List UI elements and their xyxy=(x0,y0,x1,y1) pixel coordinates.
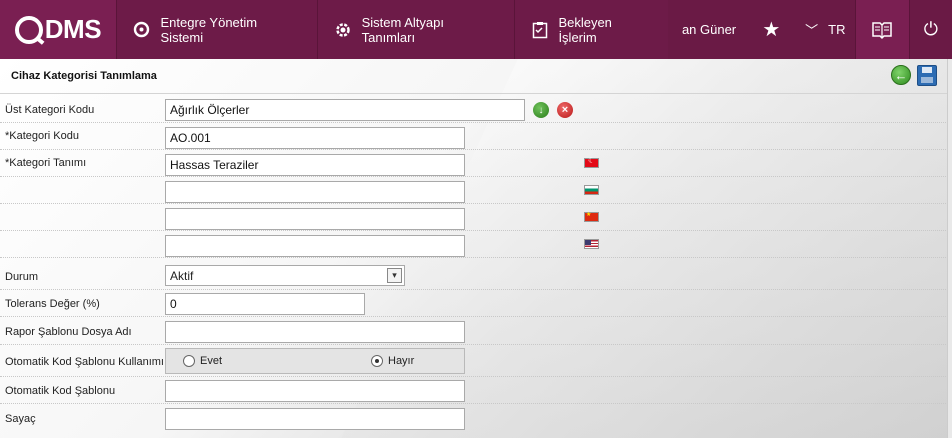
panel-header: Cihaz Kategorisi Tanımlama ← xyxy=(0,59,947,94)
clipboard-icon xyxy=(531,21,549,39)
logo-text: DMS xyxy=(44,14,102,44)
flag-bg-icon xyxy=(584,185,599,195)
q-logo-icon xyxy=(14,15,43,44)
rapor-sablonu-label: Rapor Şablonu Dosya Adı xyxy=(5,326,132,338)
kategori-kodu-label: *Kategori Kodu xyxy=(5,130,79,142)
star-icon[interactable]: ★ xyxy=(747,0,796,59)
radio-evet-circle[interactable] xyxy=(183,355,195,367)
kategori-tanimi-cn-input[interactable] xyxy=(165,208,465,230)
durum-label: Durum xyxy=(5,271,39,283)
otomatik-kod-kullanimi-label: Otomatik Kod Şablonu Kullanımı xyxy=(5,356,164,368)
radio-evet-label: Evet xyxy=(200,355,223,367)
nav-sistem-altyapi[interactable]: Sistem Altyapı Tanımları xyxy=(316,0,514,59)
flag-cn-icon xyxy=(584,211,599,222)
power-icon[interactable]: ⏻ xyxy=(908,0,952,59)
radio-hayir-circle[interactable] xyxy=(371,355,383,367)
nav-entegre-yonetim[interactable]: Entegre Yönetim Sistemi xyxy=(115,0,317,59)
page-title: Cihaz Kategorisi Tanımlama xyxy=(11,70,157,82)
durum-select[interactable]: Aktif ▾ xyxy=(165,265,405,286)
sayac-label: Sayaç xyxy=(5,413,36,425)
flag-tr-icon xyxy=(584,156,599,168)
book-icon[interactable] xyxy=(854,0,909,59)
top-navigation-bar: DMS Entegre Yönetim Sistemi Sistem Altya… xyxy=(0,0,952,59)
flag-us-icon xyxy=(584,239,599,249)
kategori-tanimi-label: *Kategori Tanımı xyxy=(5,157,87,169)
row-otomatik-kod-kullanimi: Otomatik Kod Şablonu Kullanımı Evet Hayı… xyxy=(0,346,947,377)
row-kategori-tanimi-cn xyxy=(0,204,947,231)
user-name[interactable]: an Güner xyxy=(668,0,747,59)
radio-hayir[interactable]: Hayır xyxy=(371,355,414,367)
row-sayac: Sayaç xyxy=(0,405,947,432)
radio-evet[interactable]: Evet xyxy=(183,355,222,367)
nav-label: Bekleyen İşlerim xyxy=(558,14,612,45)
qdms-logo: DMS xyxy=(14,14,102,45)
arrow-down-icon[interactable]: ↓ xyxy=(533,102,549,118)
kategori-tanimi-en-input[interactable] xyxy=(165,235,465,257)
row-kategori-tanimi: *Kategori Tanımı Hassas Teraziler xyxy=(0,150,947,177)
durum-value: Aktif xyxy=(170,268,194,283)
gear-icon xyxy=(334,21,352,39)
nav-bekleyen-islerim[interactable]: Bekleyen İşlerim xyxy=(513,0,668,59)
kategori-tanimi-tr-input[interactable]: Hassas Teraziler xyxy=(165,154,465,176)
otomatik-kod-sablonu-label: Otomatik Kod Şablonu xyxy=(5,385,116,397)
save-icon[interactable] xyxy=(917,65,937,86)
otomatik-kod-radio-group: Evet Hayır xyxy=(165,348,465,374)
otomatik-kod-sablonu-input[interactable] xyxy=(165,380,465,402)
ust-kategori-input[interactable]: Ağırlık Ölçerler xyxy=(165,99,525,121)
radio-hayir-label: Hayır xyxy=(388,355,415,367)
row-otomatik-kod-sablonu: Otomatik Kod Şablonu xyxy=(0,377,947,404)
header-actions: ← xyxy=(891,65,937,86)
sayac-input[interactable] xyxy=(165,408,465,430)
row-rapor-sablonu: Rapor Şablonu Dosya Adı xyxy=(0,318,947,345)
row-ust-kategori: Üst Kategori Kodu Ağırlık Ölçerler ↓ × xyxy=(0,95,947,123)
kategori-kodu-input[interactable]: AO.001 xyxy=(165,127,465,149)
kategori-tanimi-bg-input[interactable] xyxy=(165,181,465,203)
chevron-down-icon[interactable]: ▾ xyxy=(387,268,402,283)
row-kategori-kodu: *Kategori Kodu AO.001 xyxy=(0,123,947,150)
form-panel: Cihaz Kategorisi Tanımlama ← Üst Kategor… xyxy=(0,59,948,438)
language-code: TR xyxy=(828,22,846,37)
tolerans-input[interactable]: 0 xyxy=(165,293,365,315)
row-durum: Durum Aktif ▾ xyxy=(0,263,947,290)
chevron-down-icon: ﹀ xyxy=(805,23,819,38)
clear-icon[interactable]: × xyxy=(557,102,573,118)
logo-area[interactable]: DMS xyxy=(0,0,116,59)
row-kategori-tanimi-bg xyxy=(0,177,947,204)
row-tolerans: Tolerans Değer (%) 0 xyxy=(0,290,947,317)
tolerans-label: Tolerans Değer (%) xyxy=(5,298,100,310)
row-kategori-tanimi-us xyxy=(0,231,947,258)
language-selector[interactable]: ﹀ TR xyxy=(796,0,855,59)
nav-label: Entegre Yönetim Sistemi xyxy=(160,14,258,45)
nav-label: Sistem Altyapı Tanımları xyxy=(361,14,444,45)
ust-kategori-label: Üst Kategori Kodu xyxy=(5,104,95,116)
q-logo-icon xyxy=(133,21,151,39)
back-icon[interactable]: ← xyxy=(891,65,911,85)
rapor-sablonu-input[interactable] xyxy=(165,321,465,343)
